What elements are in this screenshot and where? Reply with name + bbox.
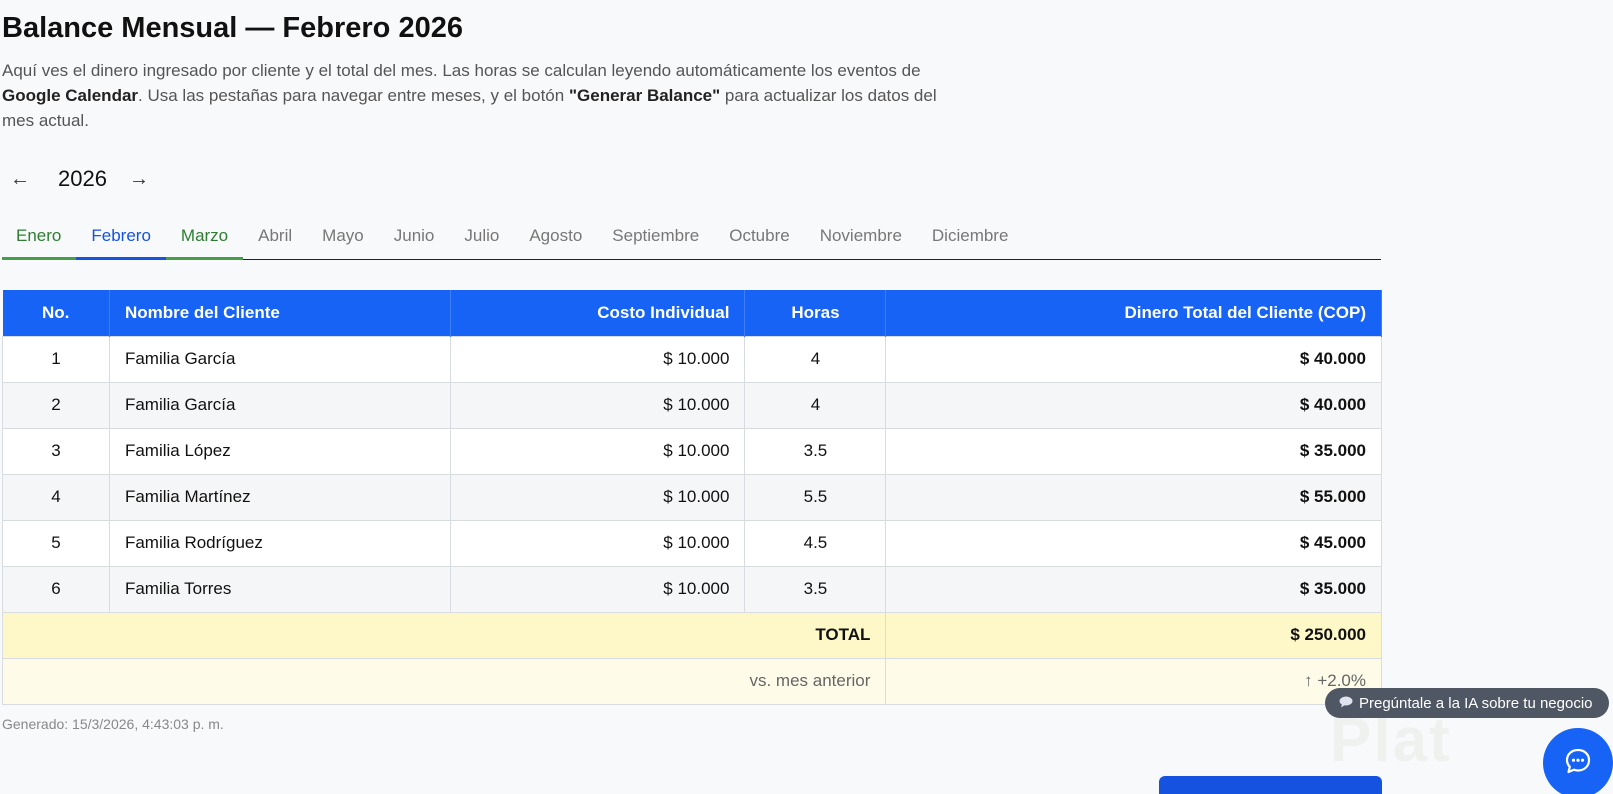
page-title: Balance Mensual — Febrero 2026 bbox=[2, 12, 463, 44]
cell-client-name: Familia García bbox=[108, 381, 451, 429]
cell-no: 2 bbox=[2, 381, 110, 429]
tab-mayo[interactable]: Mayo bbox=[307, 222, 379, 260]
cell-no: 3 bbox=[2, 427, 110, 475]
tab-diciembre[interactable]: Diciembre bbox=[917, 222, 1024, 260]
chat-bubble-icon bbox=[1339, 696, 1353, 711]
cell-client-name: Familia Martínez bbox=[108, 473, 451, 521]
prev-year-arrow-icon[interactable]: ← bbox=[10, 168, 30, 191]
tab-octubre[interactable]: Octubre bbox=[714, 222, 804, 260]
cell-individual-cost: $ 10.000 bbox=[449, 427, 746, 475]
table-row: 1 Familia García $ 10.000 4 $ 40.000 bbox=[2, 335, 1382, 383]
intro-bold-google-calendar: Google Calendar bbox=[2, 86, 139, 105]
cell-individual-cost: $ 10.000 bbox=[449, 473, 746, 521]
cell-individual-cost: $ 10.000 bbox=[449, 519, 746, 567]
cell-client-name: Familia García bbox=[108, 335, 451, 383]
tab-septiembre[interactable]: Septiembre bbox=[597, 222, 714, 260]
cell-individual-cost: $ 10.000 bbox=[449, 381, 746, 429]
month-tabs: Enero Febrero Marzo Abril Mayo Junio Jul… bbox=[2, 222, 1381, 260]
tab-noviembre[interactable]: Noviembre bbox=[805, 222, 917, 260]
header-client-total: Dinero Total del Cliente (COP) bbox=[885, 290, 1382, 336]
header-no: No. bbox=[2, 290, 110, 336]
compare-row: vs. mes anterior ↑ +2.0% bbox=[1, 657, 1382, 705]
generar-balance-button[interactable] bbox=[1159, 776, 1382, 794]
total-row: TOTAL $ 250.000 bbox=[1, 611, 1382, 659]
cell-no: 4 bbox=[2, 473, 110, 521]
cell-individual-cost: $ 10.000 bbox=[449, 565, 746, 613]
tab-agosto[interactable]: Agosto bbox=[514, 222, 597, 260]
cell-client-total: $ 40.000 bbox=[885, 335, 1382, 383]
table-row: 6 Familia Torres $ 10.000 3.5 $ 35.000 bbox=[2, 565, 1382, 613]
next-year-arrow-icon[interactable]: → bbox=[129, 168, 149, 191]
table-row: 3 Familia López $ 10.000 3.5 $ 35.000 bbox=[2, 427, 1382, 475]
ask-ai-label: Pregúntale a la IA sobre tu negocio bbox=[1359, 694, 1593, 712]
header-hours: Horas bbox=[744, 290, 887, 336]
current-year: 2026 bbox=[58, 166, 107, 191]
cell-hours: 3.5 bbox=[744, 565, 887, 613]
cell-individual-cost: $ 10.000 bbox=[449, 335, 746, 383]
intro-bold-generar-balance: "Generar Balance" bbox=[568, 86, 721, 105]
cell-client-name: Familia Torres bbox=[108, 565, 451, 613]
cell-no: 5 bbox=[2, 519, 110, 567]
tab-enero[interactable]: Enero bbox=[2, 222, 77, 260]
cell-hours: 4 bbox=[744, 381, 887, 429]
cell-hours: 4 bbox=[744, 335, 887, 383]
compare-value: ↑ +2.0% bbox=[885, 657, 1382, 705]
cell-client-total: $ 35.000 bbox=[885, 427, 1382, 475]
cell-client-total: $ 45.000 bbox=[885, 519, 1382, 567]
tab-febrero[interactable]: Febrero bbox=[76, 222, 166, 260]
header-individual-cost: Costo Individual bbox=[450, 290, 746, 336]
generated-timestamp: Generado: 15/3/2026, 4:43:03 p. m. bbox=[2, 716, 224, 732]
table-row: 5 Familia Rodríguez $ 10.000 4.5 $ 45.00… bbox=[2, 519, 1382, 567]
ask-ai-button[interactable]: Pregúntale a la IA sobre tu negocio bbox=[1325, 688, 1609, 718]
tab-junio[interactable]: Junio bbox=[379, 222, 450, 260]
cell-hours: 3.5 bbox=[744, 427, 887, 475]
cell-client-total: $ 35.000 bbox=[885, 565, 1382, 613]
cell-client-name: Familia Rodríguez bbox=[108, 519, 451, 567]
table-row: 2 Familia García $ 10.000 4 $ 40.000 bbox=[2, 381, 1382, 429]
table-header-row: No. Nombre del Cliente Costo Individual … bbox=[2, 290, 1382, 336]
chat-fab-button[interactable] bbox=[1543, 728, 1613, 794]
cell-client-name: Familia López bbox=[108, 427, 451, 475]
cell-no: 6 bbox=[2, 565, 110, 613]
total-value: $ 250.000 bbox=[885, 611, 1382, 659]
year-navigator: ← 2026 → bbox=[10, 166, 149, 192]
compare-label: vs. mes anterior bbox=[1, 657, 887, 705]
table-row: 4 Familia Martínez $ 10.000 5.5 $ 55.000 bbox=[2, 473, 1382, 521]
cell-client-total: $ 55.000 bbox=[885, 473, 1382, 521]
cell-no: 1 bbox=[2, 335, 110, 383]
chat-icon bbox=[1563, 746, 1593, 781]
tab-marzo[interactable]: Marzo bbox=[165, 222, 244, 260]
page-intro: Aquí ves el dinero ingresado por cliente… bbox=[2, 58, 942, 133]
cell-hours: 5.5 bbox=[744, 473, 887, 521]
intro-text-1: Aquí ves el dinero ingresado por cliente… bbox=[2, 61, 921, 80]
cell-client-total: $ 40.000 bbox=[885, 381, 1382, 429]
header-client-name: Nombre del Cliente bbox=[109, 290, 451, 336]
tab-abril[interactable]: Abril bbox=[243, 222, 307, 260]
total-label: TOTAL bbox=[1, 611, 887, 659]
cell-hours: 4.5 bbox=[744, 519, 887, 567]
intro-text-2: . Usa las pestañas para navegar entre me… bbox=[138, 86, 569, 105]
balance-table: No. Nombre del Cliente Costo Individual … bbox=[1, 290, 1382, 705]
tab-julio[interactable]: Julio bbox=[449, 222, 514, 260]
